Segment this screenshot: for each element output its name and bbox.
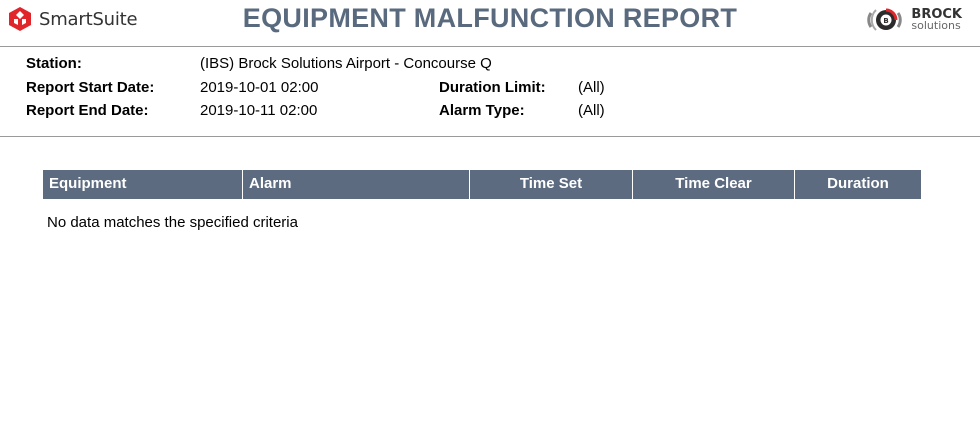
table-header: Equipment Alarm Time Set Time Clear Dura…: [43, 170, 921, 199]
report-title: EQUIPMENT MALFUNCTION REPORT: [242, 3, 738, 33]
end-date-label: Report End Date:: [26, 102, 149, 119]
alarm-type-label: Alarm Type:: [439, 102, 525, 119]
station-value: (IBS) Brock Solutions Airport - Concours…: [200, 55, 492, 72]
partner-sub: solutions: [911, 19, 961, 32]
report-header: SmartSuite EQUIPMENT MALFUNCTION REPORT …: [0, 0, 980, 47]
column-header-time-clear[interactable]: Time Clear: [633, 170, 795, 199]
column-header-alarm[interactable]: Alarm: [243, 170, 470, 199]
svg-text:B: B: [884, 17, 889, 25]
column-header-time-set[interactable]: Time Set: [470, 170, 633, 199]
empty-table-message: No data matches the specified criteria: [47, 214, 298, 231]
end-date-value: 2019-10-11 02:00: [200, 102, 318, 119]
station-label: Station:: [26, 55, 82, 72]
brock-logo-icon: B: [867, 8, 903, 31]
start-date-value: 2019-10-01 02:00: [200, 79, 319, 96]
brock-brand: B BROCK solutions: [865, 5, 962, 35]
alarm-type-value: (All): [578, 102, 605, 119]
duration-limit-value: (All): [578, 79, 605, 96]
start-date-label: Report Start Date:: [26, 79, 155, 96]
column-header-duration[interactable]: Duration: [795, 170, 921, 199]
duration-limit-label: Duration Limit:: [439, 79, 546, 96]
column-header-equipment[interactable]: Equipment: [43, 170, 243, 199]
report-parameters: Station: (IBS) Brock Solutions Airport -…: [0, 47, 980, 137]
